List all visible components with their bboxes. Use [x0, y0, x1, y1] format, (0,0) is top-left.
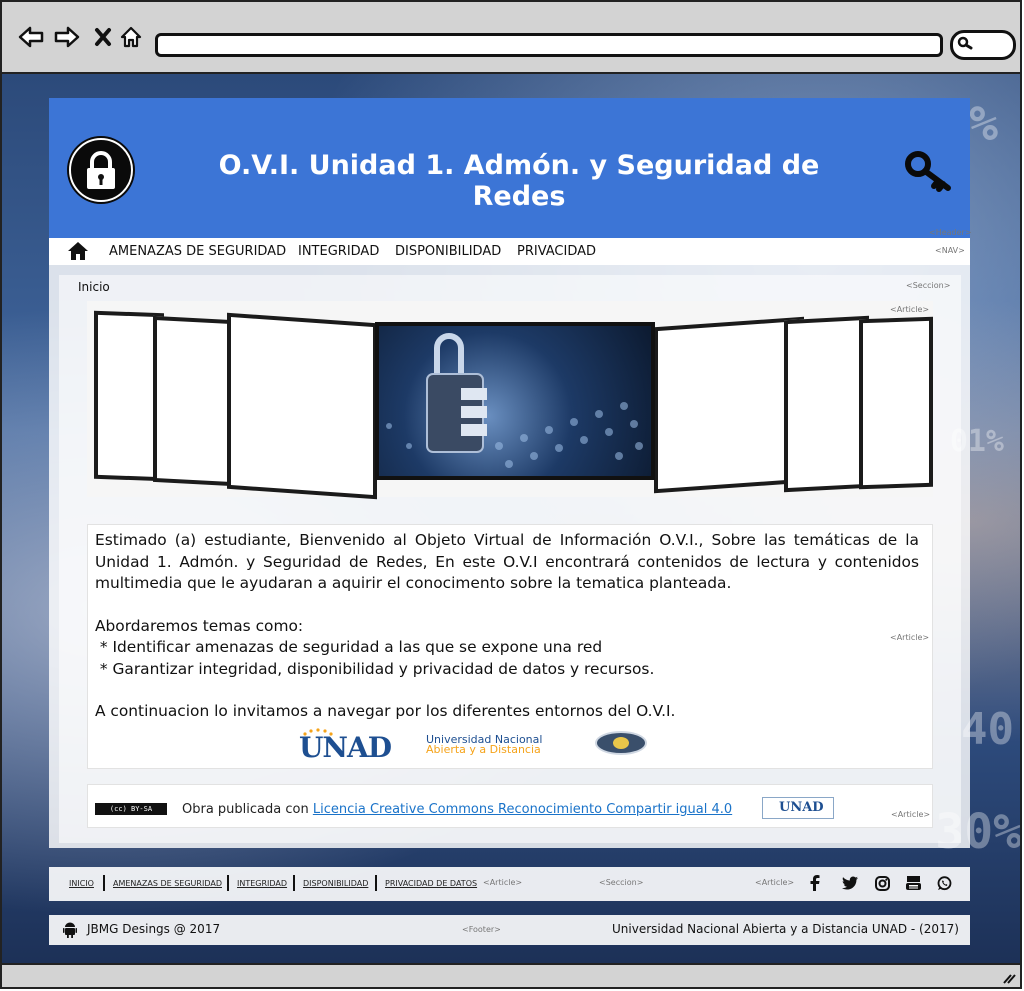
search-box[interactable]: [950, 30, 1016, 60]
nav-item-integridad[interactable]: INTEGRIDAD: [298, 244, 379, 259]
unad-logo: UNAD Universidad Nacional Abierta y a Di…: [299, 728, 579, 764]
banner-frame: [654, 316, 804, 494]
key-icon: [904, 148, 954, 198]
nav-item-amenazas[interactable]: AMENAZAS DE SEGURIDAD: [109, 244, 286, 259]
nav-tag: <NAV>: [935, 246, 965, 255]
footer-link-disponibilidad[interactable]: DISPONIBILIDAD: [303, 879, 368, 888]
banner-frame: [784, 315, 869, 493]
facebook-icon[interactable]: [807, 875, 823, 891]
nav-item-privacidad[interactable]: PRIVACIDAD: [517, 244, 596, 259]
intro-text: Estimado (a) estudiante, Bienvenido al O…: [95, 530, 919, 723]
browser-toolbar: [2, 2, 1020, 74]
padlock-icon: [69, 138, 133, 202]
breadcrumb[interactable]: Inicio: [78, 280, 110, 294]
license-link[interactable]: Licencia Creative Commons Reconocimiento…: [313, 802, 732, 817]
resize-grip-icon[interactable]: [1002, 972, 1016, 984]
browser-window: 100% 40 30% 01% O.V.I. Unidad 1. Admón. …: [0, 0, 1022, 989]
banner-frame: [859, 316, 933, 490]
footer-tag: <Footer>: [462, 925, 501, 934]
banner-frame: [227, 312, 377, 500]
footer-separator: [227, 875, 229, 891]
home-icon[interactable]: [118, 24, 144, 50]
unad-logo-line2: Abierta y a Distancia: [426, 743, 541, 756]
footer-credits: JBMG Desings @ 2017: [87, 922, 221, 936]
colombia-seal-icon: [595, 731, 647, 755]
home-nav-icon[interactable]: [67, 241, 89, 265]
topics-intro: Abordaremos temas como:: [95, 616, 304, 635]
page-footer: JBMG Desings @ 2017 <Footer> Universidad…: [49, 915, 970, 945]
page-container: O.V.I. Unidad 1. Admón. y Seguridad de R…: [49, 98, 972, 848]
back-arrow-icon[interactable]: [18, 24, 44, 50]
unad-logo-text: UNAD: [299, 731, 392, 764]
footer-separator: [103, 875, 105, 891]
twitter-icon[interactable]: [842, 875, 858, 891]
footer-section-tag: <Seccion>: [599, 878, 644, 887]
close-icon[interactable]: [90, 24, 116, 50]
forward-arrow-icon[interactable]: [54, 24, 80, 50]
unad-mini-logo-text: UNAD: [779, 800, 824, 815]
license-article: (cc) BY-SA Obra publicada con Licencia C…: [87, 784, 933, 828]
banner-frame: [153, 315, 233, 487]
footer-nav: INICIO AMENAZAS DE SEGURIDAD INTEGRIDAD …: [49, 867, 970, 901]
nav-item-disponibilidad[interactable]: DISPONIBILIDAD: [395, 244, 501, 259]
main-nav: AMENAZAS DE SEGURIDAD INTEGRIDAD DISPONI…: [49, 238, 970, 265]
footer-link-amenazas[interactable]: AMENAZAS DE SEGURIDAD: [113, 879, 222, 888]
whatsapp-icon[interactable]: [936, 875, 952, 891]
browser-statusbar: [2, 963, 1020, 987]
security-padlock-photo: [375, 322, 655, 480]
article-tag-3: <Article>: [891, 810, 931, 819]
topic-item: * Garantizar integridad, disponibilidad …: [95, 659, 655, 678]
closing-text: A continuacion lo invitamos a navegar po…: [95, 702, 676, 720]
topic-item: * Identificar amenazas de seguridad a la…: [95, 638, 603, 656]
address-bar[interactable]: [155, 33, 943, 57]
instagram-icon[interactable]: [874, 875, 890, 891]
cc-license-badge[interactable]: (cc) BY-SA: [95, 803, 167, 815]
footer-social-tag: <Article>: [755, 878, 795, 887]
android-icon: [63, 922, 77, 942]
footer-link-integridad[interactable]: INTEGRIDAD: [237, 879, 287, 888]
footer-link-inicio[interactable]: INICIO: [69, 879, 94, 888]
license-prefix: Obra publicada con: [182, 802, 309, 817]
intro-paragraph: Estimado (a) estudiante, Bienvenido al O…: [95, 531, 919, 592]
unad-mini-logo[interactable]: UNAD: [762, 797, 834, 819]
footer-separator: [293, 875, 295, 891]
footer-link-privacidad[interactable]: PRIVACIDAD DE DATOS: [385, 879, 477, 888]
license-text: Obra publicada con Licencia Creative Com…: [182, 802, 732, 817]
youtube-icon[interactable]: [905, 875, 921, 891]
footer-article-tag: <Article>: [483, 878, 523, 887]
search-icon: [957, 36, 973, 50]
footer-separator: [375, 875, 377, 891]
header-tag: <Header>: [929, 228, 972, 237]
footer-university: Universidad Nacional Abierta y a Distanc…: [612, 922, 959, 936]
page-header: O.V.I. Unidad 1. Admón. y Seguridad de R…: [49, 98, 972, 238]
article-tag-1: <Article>: [890, 305, 930, 314]
page-title: O.V.I. Unidad 1. Admón. y Seguridad de R…: [218, 150, 820, 212]
section-tag: <Seccion>: [906, 281, 951, 290]
